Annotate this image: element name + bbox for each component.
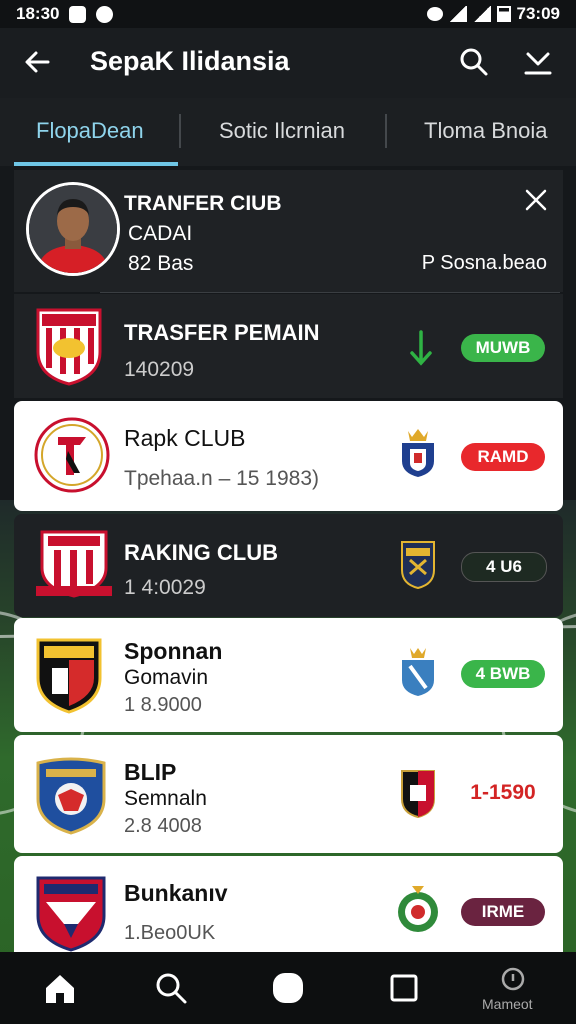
tab-bar: FlopaDean Sotic Ilcrnian Tloma Bnoia xyxy=(0,98,576,166)
row-detail: 1 8.9000 xyxy=(124,694,202,716)
row-title: RAKING CLUB xyxy=(124,540,278,565)
profile-icon[interactable] xyxy=(498,966,528,996)
download-icon[interactable] xyxy=(522,46,554,78)
transfer-arrow-icon xyxy=(410,330,432,366)
tab-divider xyxy=(385,114,387,148)
transfer-header-card[interactable]: TRANFER CIUB CADAI 82 Bas P Sosna.beao xyxy=(14,170,563,292)
row-detail: 140209 xyxy=(124,358,195,381)
status-bar: 18:30 73:09 xyxy=(0,0,576,28)
row-detail: 1.Beo0UK xyxy=(124,922,216,944)
alarm-icon xyxy=(426,7,443,21)
home-icon[interactable] xyxy=(42,970,78,1006)
club-crest-icon xyxy=(36,638,102,714)
app-bar: SepaK Ilidansia xyxy=(0,28,576,98)
list-item[interactable]: Bunkanıv 1.Beo0UK IRME xyxy=(14,856,563,952)
row-detail: 1 4:0029 xyxy=(124,576,206,599)
active-tab-indicator xyxy=(14,162,178,166)
row-subtitle: Gomavin xyxy=(124,666,209,689)
status-badge: RAMD xyxy=(461,443,545,471)
header-right-text: P Sosna.beao xyxy=(421,252,547,274)
row-title: TRASFER PEMAIN xyxy=(124,320,320,345)
badge-label: RAMD xyxy=(477,447,529,466)
signal-icon xyxy=(448,6,467,22)
club-badge-icon xyxy=(401,770,435,819)
status-badge: IRME xyxy=(461,898,545,926)
nav-label[interactable]: Mameot xyxy=(482,996,533,1012)
club-crest-icon xyxy=(36,530,112,598)
status-time-right: 73:09 xyxy=(516,4,560,23)
header-subtitle: CADAI xyxy=(128,222,193,245)
player-avatar xyxy=(26,182,120,276)
close-icon[interactable] xyxy=(524,188,548,212)
list-item[interactable]: Rapk CLUB Tpehaa.n – 15 1983) RAMD xyxy=(14,401,563,511)
list-item[interactable]: TRASFER PEMAIN 140209 MUWB xyxy=(14,294,563,398)
club-crest-icon xyxy=(36,308,102,386)
search-icon[interactable] xyxy=(153,970,189,1006)
club-badge-icon xyxy=(401,541,435,590)
club-crest-icon xyxy=(34,417,110,493)
row-title: Sponnan xyxy=(124,638,223,664)
page-title: SepaK Ilidansia xyxy=(90,46,290,76)
club-crest-icon xyxy=(36,757,106,835)
status-badge: MUWB xyxy=(461,334,545,362)
recents-icon[interactable] xyxy=(386,970,422,1006)
row-title: Bunkanıv xyxy=(124,880,228,906)
tab-sotic-ilcrnian[interactable]: Sotic Ilcrnian xyxy=(219,118,345,144)
notification-icon xyxy=(69,5,87,23)
home-button-icon[interactable] xyxy=(270,970,306,1006)
list-item[interactable]: Sponnan Gomavin 1 8.9000 4 BWB xyxy=(14,618,563,732)
row-detail: Tpehaa.n – 15 1983) xyxy=(124,467,319,490)
signal-icon-2 xyxy=(472,6,491,22)
badge-label: 4 U6 xyxy=(486,557,522,576)
badge-label: 4 BWB xyxy=(475,664,531,683)
bottom-navigation: Mameot xyxy=(0,952,576,1024)
club-badge-icon xyxy=(398,886,438,932)
badge-label: MUWB xyxy=(475,338,531,357)
status-badge: 4 U6 xyxy=(461,552,547,582)
back-arrow-icon[interactable] xyxy=(22,46,54,78)
row-subtitle: Semnaln xyxy=(124,787,207,810)
status-time: 18:30 xyxy=(16,4,60,23)
status-badge: 4 BWB xyxy=(461,660,545,688)
header-value: 82 Bas xyxy=(128,252,194,275)
status-value: 1-1590 xyxy=(470,781,536,804)
club-crest-icon xyxy=(36,876,106,952)
tab-flopadean[interactable]: FlopaDean xyxy=(36,118,144,144)
club-badge-icon xyxy=(402,648,434,696)
divider xyxy=(100,292,560,293)
row-detail: 2.8 4008 xyxy=(124,815,202,837)
badge-label: IRME xyxy=(481,902,525,921)
header-title: TRANFER CIUB xyxy=(124,192,282,215)
list-item[interactable]: BLIP Semnaln 2.8 4008 1-1590 xyxy=(14,735,563,853)
row-title: BLIP xyxy=(124,759,177,785)
club-badge-icon xyxy=(402,429,434,477)
row-title: Rapk CLUB xyxy=(124,425,246,451)
list-item[interactable]: RAKING CLUB 1 4:0029 4 U6 xyxy=(14,514,563,617)
tab-tloma-bnoia[interactable]: Tloma Bnoia xyxy=(424,118,548,144)
search-icon[interactable] xyxy=(458,46,490,78)
tab-divider xyxy=(179,114,181,148)
battery-icon xyxy=(496,6,511,22)
messenger-icon xyxy=(96,5,114,23)
